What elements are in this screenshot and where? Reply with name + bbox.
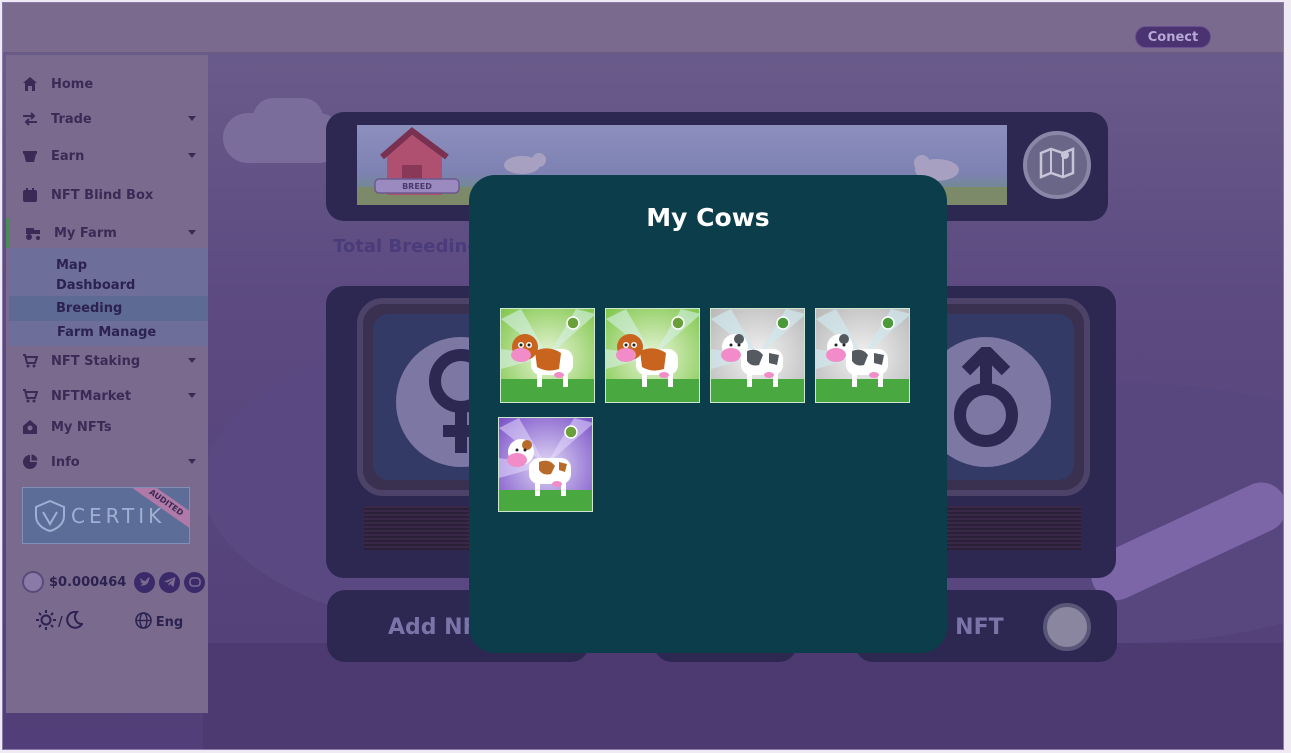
token-price-row: $0.000464 [22,570,212,594]
sidebar-item-nft-blind-box[interactable]: NFT Blind Box [6,180,208,210]
map-icon [1039,147,1075,183]
sidebar-item-earn[interactable]: Earn [6,141,208,171]
sidebar-item-nftmarket[interactable]: NFTMarket [6,381,208,411]
left-grille [364,506,484,550]
submenu-item-breeding[interactable]: Breeding [9,296,208,321]
map-button[interactable] [1023,131,1091,199]
sun-icon[interactable] [36,610,56,634]
modal-title: My Cows [646,203,770,232]
cow-card[interactable] [815,308,910,403]
male-symbol-icon [946,342,1026,461]
sidebar-item-label: NFT Blind Box [51,187,154,203]
submenu-item-map[interactable]: Map [9,258,208,273]
breed-sign-text: BREED [402,182,432,191]
total-breeding-label: Total Breeding [333,236,481,257]
cart-icon [21,387,39,405]
tractor-icon [24,224,42,242]
token-coin-icon [22,571,44,593]
right-grille [947,506,1081,550]
sidebar-item-label: Earn [51,148,85,164]
connect-wallet-button[interactable]: Conect [1135,26,1211,48]
user-icon [21,418,39,436]
pie-chart-icon [21,453,39,471]
sidebar-item-label: Info [51,454,80,470]
sidebar-item-label: My Farm [54,225,117,241]
sidebar-item-home[interactable]: Home [6,69,208,99]
cow-card[interactable] [498,417,593,512]
sidebar-item-info[interactable]: Info [6,447,208,477]
swap-icon [21,110,39,128]
telegram-icon[interactable] [159,571,181,593]
cow-card[interactable] [500,308,595,403]
theme-language-row: / Eng [36,610,206,634]
moon-icon[interactable] [65,610,84,633]
sidebar-item-label: NFTMarket [51,388,132,404]
app-window: Conect Home Trade Earn NFT Blind Box My … [2,2,1284,750]
chevron-down-icon [188,116,196,121]
submenu-item-farm-manage[interactable]: Farm Manage [9,325,208,340]
sidebar-item-my-nfts[interactable]: My NFTs [6,412,208,442]
certik-label: CERTIK [71,504,166,528]
theme-separator: / [58,614,63,630]
chevron-down-icon [188,459,196,464]
token-price: $0.000464 [49,574,127,590]
sidebar-item-label: NFT Staking [51,353,141,369]
cow-card[interactable] [710,308,805,403]
background-cloud [253,98,323,138]
discord-icon[interactable] [184,571,206,593]
submenu-item-dashboard[interactable]: Dashboard [9,278,208,293]
sidebar-item-trade[interactable]: Trade [6,104,208,134]
chevron-down-icon [188,358,196,363]
farm-submenu: Map Dashboard Breeding Farm Manage [9,248,208,346]
sidebar-item-label: Home [51,76,94,92]
language-selector[interactable]: Eng [156,615,183,630]
my-cows-modal: My Cows [469,175,947,653]
sidebar-item-label: My NFTs [51,419,112,435]
box-icon [21,186,39,204]
sidebar-item-nft-staking[interactable]: NFT Staking [6,346,208,376]
sidebar: Home Trade Earn NFT Blind Box My Farm Ma… [6,55,208,713]
sidebar-item-label: Trade [51,111,92,127]
certik-shield-icon [35,499,65,536]
chevron-down-icon [188,153,196,158]
cow-card[interactable] [605,308,700,403]
sidebar-item-my-farm[interactable]: My Farm [6,218,208,248]
home-icon [21,75,39,93]
globe-icon[interactable] [134,611,152,633]
cart-icon [21,352,39,370]
pot-icon [21,147,39,165]
certik-audit-badge[interactable]: CERTIK AUDITED [22,487,190,544]
chevron-down-icon [188,230,196,235]
twitter-icon[interactable] [134,571,156,593]
top-bar: Conect [3,3,1283,53]
chevron-down-icon [188,393,196,398]
knob-button[interactable] [1043,603,1091,651]
